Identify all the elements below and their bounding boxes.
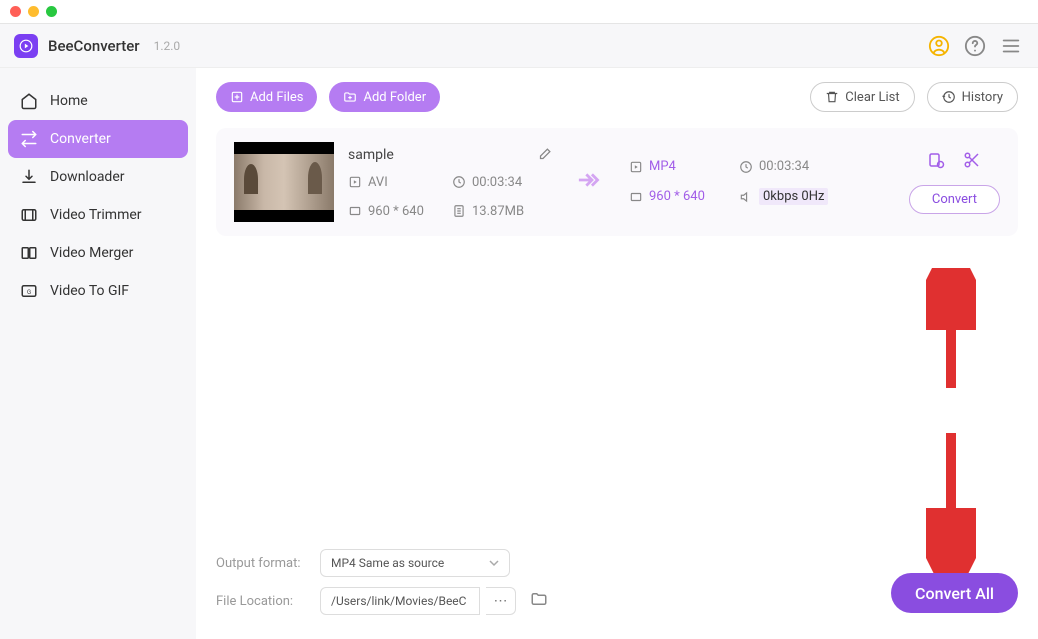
app-version: 1.2.0 xyxy=(154,39,181,53)
svg-text:G: G xyxy=(27,289,31,296)
sidebar-item-label: Downloader xyxy=(50,169,125,185)
file-location-input[interactable]: /Users/link/Movies/BeeC xyxy=(320,587,480,615)
window-close[interactable] xyxy=(10,6,21,17)
history-button[interactable]: History xyxy=(927,82,1018,112)
sidebar-item-label: Video Merger xyxy=(50,245,133,261)
window-maximize[interactable] xyxy=(46,6,57,17)
help-icon[interactable] xyxy=(962,33,988,59)
target-audio: 0kbps 0Hz xyxy=(739,188,849,205)
source-size: 13.87MB xyxy=(452,204,552,219)
video-thumbnail[interactable] xyxy=(234,142,334,222)
sidebar-item-video-merger[interactable]: Video Merger xyxy=(8,234,188,272)
conversion-item: sample AVI 00:03:34 xyxy=(216,128,1018,236)
clear-list-button[interactable]: Clear List xyxy=(810,82,914,112)
add-files-button[interactable]: Add Files xyxy=(216,82,317,112)
user-icon[interactable] xyxy=(926,33,952,59)
sidebar-item-label: Video Trimmer xyxy=(50,207,142,223)
sidebar-item-video-to-gif[interactable]: G Video To GIF xyxy=(8,272,188,310)
sidebar: Home Converter Downloader Video Trimmer … xyxy=(0,68,196,639)
target-duration: 00:03:34 xyxy=(739,159,849,174)
main-content: Add Files Add Folder Clear List History xyxy=(196,68,1038,639)
open-folder-icon[interactable] xyxy=(530,590,548,612)
sidebar-item-video-trimmer[interactable]: Video Trimmer xyxy=(8,196,188,234)
window-minimize[interactable] xyxy=(28,6,39,17)
sidebar-item-label: Converter xyxy=(50,131,111,147)
app-logo xyxy=(14,34,38,58)
source-format: AVI xyxy=(348,175,448,190)
output-format-label: Output format: xyxy=(216,556,306,571)
toolbar: Add Files Add Folder Clear List History xyxy=(216,82,1018,112)
file-name: sample xyxy=(348,147,394,163)
source-duration: 00:03:34 xyxy=(452,175,552,190)
arrow-icon xyxy=(577,170,605,194)
sidebar-item-downloader[interactable]: Downloader xyxy=(8,158,188,196)
convert-button[interactable]: Convert xyxy=(909,185,1000,214)
edit-name-icon[interactable] xyxy=(538,146,553,165)
sidebar-item-home[interactable]: Home xyxy=(8,82,188,120)
add-folder-button[interactable]: Add Folder xyxy=(329,82,440,112)
file-location-label: File Location: xyxy=(216,594,306,609)
source-resolution: 960 * 640 xyxy=(348,204,448,219)
annotation-arrow-1 xyxy=(926,268,976,398)
scissors-icon[interactable] xyxy=(963,151,981,173)
app-header: BeeConverter 1.2.0 xyxy=(0,24,1038,68)
sidebar-item-label: Home xyxy=(50,93,88,109)
sidebar-item-converter[interactable]: Converter xyxy=(8,120,188,158)
menu-icon[interactable] xyxy=(998,33,1024,59)
file-location-more[interactable]: ⋯ xyxy=(486,587,516,615)
app-name: BeeConverter xyxy=(48,37,140,55)
output-format-select[interactable]: MP4 Same as source xyxy=(320,549,510,577)
convert-all-button[interactable]: Convert All xyxy=(891,573,1018,613)
titlebar xyxy=(0,0,1038,24)
target-resolution[interactable]: 960 * 640 xyxy=(629,188,739,205)
target-format[interactable]: MP4 xyxy=(629,159,739,174)
sidebar-item-label: Video To GIF xyxy=(50,283,129,299)
settings-icon[interactable] xyxy=(927,151,945,173)
